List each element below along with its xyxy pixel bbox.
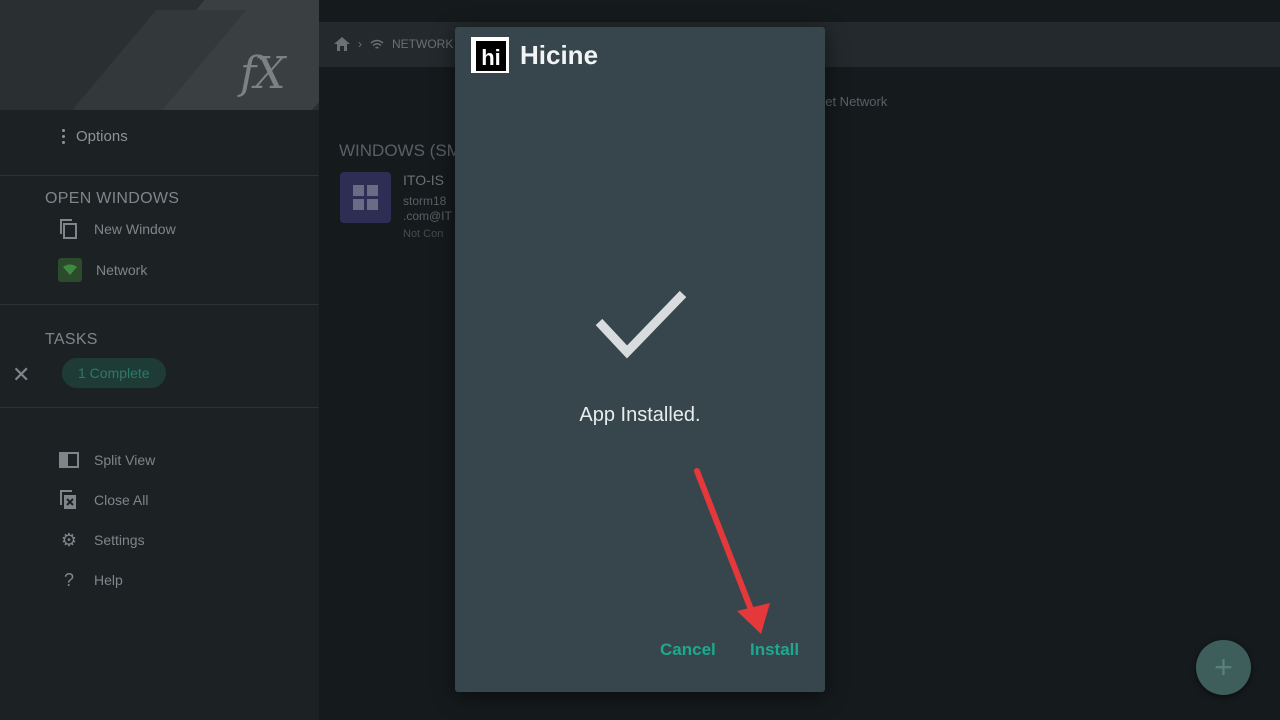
open-windows-title: OPEN WINDOWS xyxy=(45,190,180,207)
kebab-menu-icon xyxy=(62,129,66,144)
split-view-icon xyxy=(58,449,80,471)
sidebar-item-label: New Window xyxy=(94,221,176,237)
gear-icon: ⚙ xyxy=(60,529,78,550)
divider xyxy=(0,304,319,305)
close-icon[interactable]: ✕ xyxy=(12,362,30,388)
sidebar-item-settings[interactable]: ⚙ Settings xyxy=(58,529,145,551)
app-name: Hicine xyxy=(520,39,599,70)
add-button[interactable]: + xyxy=(1196,640,1251,695)
network-item-status: Not Con xyxy=(403,228,444,240)
divider xyxy=(0,175,319,176)
home-icon[interactable] xyxy=(334,37,350,51)
network-item-name[interactable]: ITO-IS xyxy=(403,172,444,188)
help-icon: ? xyxy=(63,569,74,590)
tasks-title: TASKS xyxy=(45,331,98,348)
sidebar: fX Options OPEN WINDOWS New Window Netwo… xyxy=(0,0,319,720)
network-item-detail: .com@IT xyxy=(403,209,452,223)
sidebar-item-help[interactable]: ? Help xyxy=(58,569,123,591)
sidebar-item-label: Settings xyxy=(94,532,145,548)
breadcrumb[interactable]: › NETWORK xyxy=(334,37,453,51)
sidebar-item-network[interactable]: Network xyxy=(58,258,147,282)
new-window-icon xyxy=(58,218,80,240)
sidebar-item-label: Help xyxy=(94,572,123,588)
fx-logo-icon: fX xyxy=(240,48,286,99)
install-button[interactable]: Install xyxy=(750,640,799,660)
divider xyxy=(0,407,319,408)
sidebar-item-close-all[interactable]: Close All xyxy=(58,489,148,511)
close-all-icon xyxy=(58,489,80,511)
wifi-icon xyxy=(370,39,384,49)
sidebar-item-new-window[interactable]: New Window xyxy=(58,218,176,240)
task-status-badge[interactable]: 1 Complete xyxy=(62,358,166,388)
sidebar-item-label: Split View xyxy=(94,452,156,468)
windows-icon[interactable] xyxy=(340,172,391,223)
options-button[interactable]: Options xyxy=(62,128,128,145)
sidebar-item-split-view[interactable]: Split View xyxy=(58,449,155,471)
sidebar-item-label: Network xyxy=(96,262,148,278)
sidebar-item-label: Close All xyxy=(94,492,149,508)
windows-section-title: WINDOWS (SM xyxy=(339,141,461,160)
dialog-header: hi Hicine xyxy=(471,37,598,73)
install-status-text: App Installed. xyxy=(579,404,701,426)
network-item-detail: storm18 xyxy=(403,194,447,208)
app-icon: hi xyxy=(471,37,509,73)
cancel-button[interactable]: Cancel xyxy=(660,640,716,660)
chevron-right-icon: › xyxy=(358,37,362,51)
checkmark-icon xyxy=(595,290,687,359)
options-label: Options xyxy=(76,128,128,145)
network-label: net Network xyxy=(818,94,888,109)
breadcrumb-network[interactable]: NETWORK xyxy=(392,37,453,51)
wifi-icon xyxy=(58,258,82,282)
app-logo-banner: fX xyxy=(0,0,319,110)
app-icon-text: hi xyxy=(476,41,506,71)
